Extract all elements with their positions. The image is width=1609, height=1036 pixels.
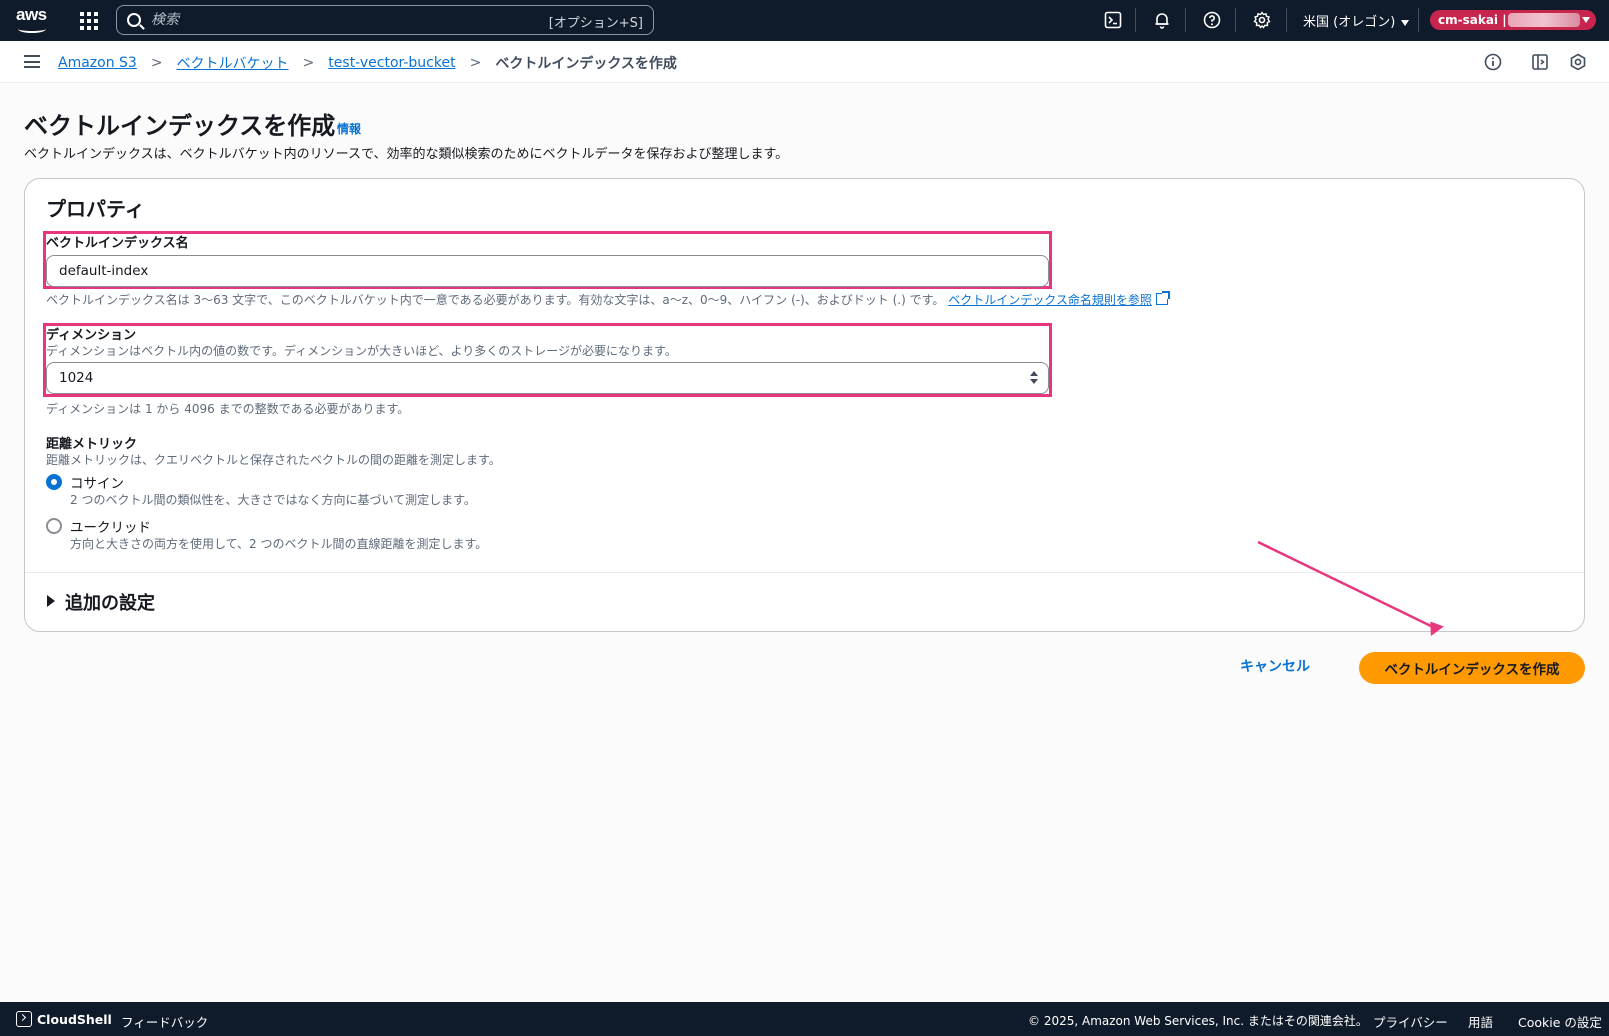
distance-metric-label: 距離メトリック xyxy=(46,437,138,452)
breadcrumb-current: ベクトルインデックスを作成 xyxy=(495,56,677,72)
dimension-label: ディメンション xyxy=(46,328,137,343)
footer-cloudshell[interactable]: CloudShell xyxy=(37,1012,112,1027)
additional-settings-toggle[interactable]: 追加の設定 xyxy=(65,589,155,615)
nav-separator xyxy=(1286,8,1287,32)
footer-feedback[interactable]: フィードバック xyxy=(121,1012,208,1031)
caret-right-icon[interactable] xyxy=(47,595,55,607)
page-title: ベクトルインデックスを作成 xyxy=(24,112,336,140)
footer-cookie[interactable]: Cookie の設定 xyxy=(1518,1012,1602,1031)
search-box[interactable]: [オプション+S] xyxy=(116,5,654,35)
radio-euclidean[interactable] xyxy=(46,518,62,534)
dimension-input[interactable]: 1024 xyxy=(46,362,1049,394)
naming-rules-link-text: ベクトルインデックス命名規則を参照 xyxy=(948,293,1152,307)
distance-metric-description: 距離メトリックは、クエリベクトルと保存されたベクトルの間の距離を測定します。 xyxy=(46,453,501,467)
radio-cosine[interactable] xyxy=(46,474,62,490)
naming-rules-link[interactable]: ベクトルインデックス命名規則を参照 xyxy=(948,291,1170,307)
aws-logo-text: aws xyxy=(16,5,47,24)
radio-cosine-description: 2 つのベクトル間の類似性を、大きさではなく方向に基づいて測定します。 xyxy=(70,493,476,507)
footer-copyright: © 2025, Amazon Web Services, Inc. またはその関… xyxy=(1028,1014,1368,1028)
footer-bar: CloudShell フィードバック © 2025, Amazon Web Se… xyxy=(0,1002,1609,1036)
chevron-down-icon xyxy=(1582,17,1590,23)
dimension-description: ディメンションはベクトル内の値の数です。ディメンションが大きいほど、より多くのス… xyxy=(46,344,677,358)
search-input[interactable] xyxy=(151,8,531,32)
chevron-down-icon xyxy=(1401,19,1410,26)
info-icon[interactable] xyxy=(1484,53,1502,71)
radio-cosine-label[interactable]: コサイン xyxy=(70,472,124,492)
services-grid-icon[interactable] xyxy=(80,12,98,30)
hexagon-icon[interactable] xyxy=(1569,53,1587,71)
stepper-icon[interactable] xyxy=(1030,371,1038,385)
side-panel-icon[interactable] xyxy=(1531,53,1549,71)
breadcrumb: Amazon S3 > ベクトルバケット > test-vector-bucke… xyxy=(58,53,677,73)
account-menu[interactable]: cm-sakai | xyxy=(1430,10,1596,30)
account-name: cm-sakai | xyxy=(1438,13,1507,27)
radio-euclidean-label[interactable]: ユークリッド xyxy=(70,516,151,536)
cloudshell-icon[interactable] xyxy=(1104,11,1122,29)
external-link-icon xyxy=(1155,291,1170,305)
breadcrumb-bar: Amazon S3 > ベクトルバケット > test-vector-bucke… xyxy=(0,41,1609,83)
dimension-value: 1024 xyxy=(59,370,94,386)
cloudshell-icon[interactable] xyxy=(16,1011,32,1027)
account-redacted xyxy=(1508,13,1580,27)
nav-separator xyxy=(1235,8,1236,32)
dimension-hint: ディメンションは 1 から 4096 までの整数である必要があります。 xyxy=(46,402,410,416)
gear-icon[interactable] xyxy=(1253,11,1271,29)
create-index-button[interactable]: ベクトルインデックスを作成 xyxy=(1359,652,1585,684)
region-selector[interactable]: 米国 (オレゴン) xyxy=(1303,11,1410,30)
region-label: 米国 (オレゴン) xyxy=(1303,15,1396,30)
annotation-arrow xyxy=(1257,540,1444,636)
bell-icon[interactable] xyxy=(1153,11,1171,29)
index-name-hint: ベクトルインデックス名は 3〜63 文字で、このベクトルバケット内で一意である必… xyxy=(46,291,1170,308)
aws-logo[interactable]: aws xyxy=(16,6,50,34)
cancel-button[interactable]: キャンセル xyxy=(1240,656,1310,676)
radio-euclidean-description: 方向と大きさの両方を使用して、2 つのベクトル間の直線距離を測定します。 xyxy=(70,537,488,551)
search-shortcut: [オプション+S] xyxy=(548,16,643,31)
breadcrumb-s3[interactable]: Amazon S3 xyxy=(58,55,137,71)
breadcrumb-bucket[interactable]: test-vector-bucket xyxy=(328,55,455,71)
footer-privacy[interactable]: プライバシー xyxy=(1373,1012,1448,1031)
search-icon xyxy=(127,13,141,27)
page-description: ベクトルインデックスは、ベクトルバケット内のリソースで、効率的な類似検索のために… xyxy=(24,147,789,162)
breadcrumb-vector-buckets[interactable]: ベクトルバケット xyxy=(177,53,289,73)
chevron-right-icon: > xyxy=(469,55,482,71)
help-icon[interactable] xyxy=(1203,11,1221,29)
top-navigation: aws [オプション+S] 米国 (オレゴン) cm-sakai | xyxy=(0,0,1609,41)
index-name-input[interactable]: default-index xyxy=(46,255,1049,287)
footer-terms[interactable]: 用語 xyxy=(1468,1012,1493,1031)
info-link[interactable]: 情報 xyxy=(337,120,361,137)
nav-separator xyxy=(1418,8,1419,32)
chevron-right-icon: > xyxy=(150,55,163,71)
panel-title: プロパティ xyxy=(46,197,145,221)
nav-separator xyxy=(1185,8,1186,32)
index-name-hint-text: ベクトルインデックス名は 3〜63 文字で、このベクトルバケット内で一意である必… xyxy=(46,293,945,307)
menu-icon[interactable] xyxy=(24,55,40,68)
chevron-right-icon: > xyxy=(302,55,315,71)
nav-separator xyxy=(1135,8,1136,32)
index-name-label: ベクトルインデックス名 xyxy=(46,236,189,251)
aws-smile-icon xyxy=(18,25,46,33)
